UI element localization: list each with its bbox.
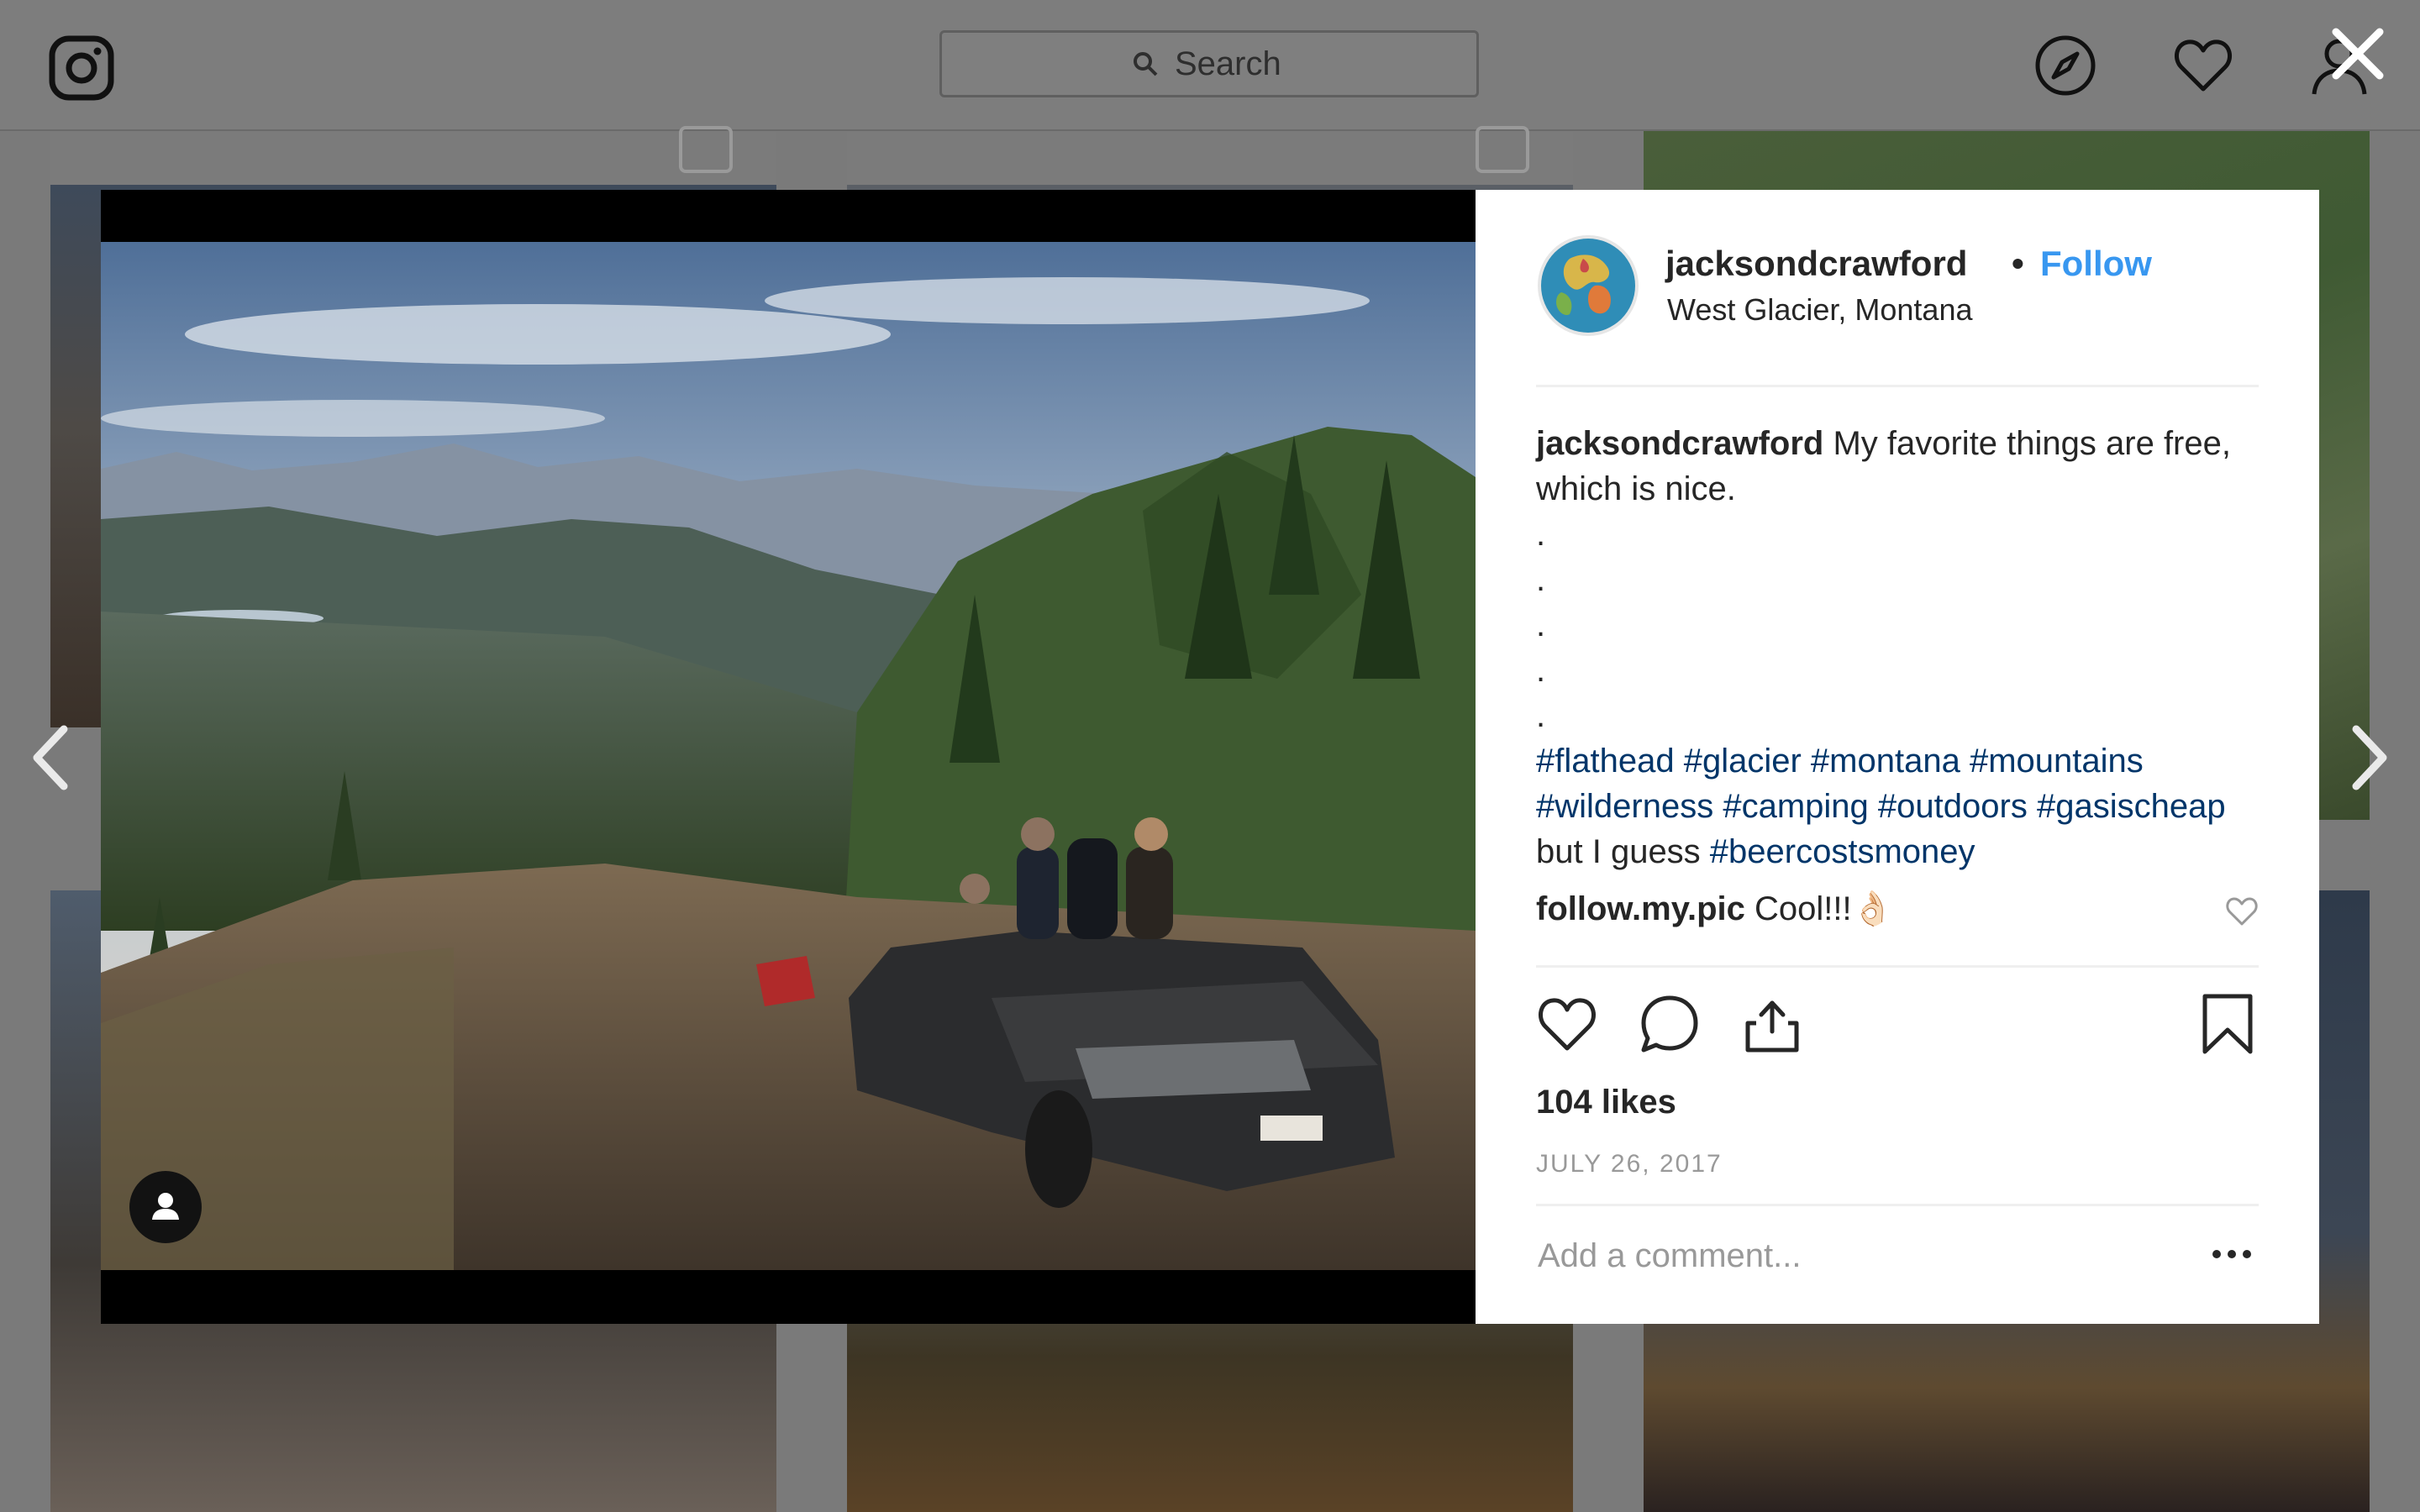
- multi-photo-icon: [679, 126, 733, 173]
- chevron-left-icon[interactable]: [29, 724, 71, 791]
- post-header: jacksondcrawford • Follow West Glacier, …: [1536, 190, 2259, 387]
- compass-icon[interactable]: [2033, 34, 2097, 97]
- comment-item: follow.my.pic Cool!!!👌🏻: [1536, 886, 2259, 968]
- post-media: [101, 190, 1476, 1324]
- user-tag-button[interactable]: [129, 1171, 202, 1243]
- hashtag-link[interactable]: #outdoors: [1878, 788, 2028, 825]
- follow-button[interactable]: Follow: [2040, 244, 2152, 284]
- separator-dot: •: [2012, 244, 2024, 283]
- comment-like-icon[interactable]: [2225, 896, 2259, 927]
- more-options-icon[interactable]: [2212, 1248, 2252, 1260]
- feed-tile-partial: [50, 131, 776, 185]
- post-date: JULY 26, 2017: [1536, 1150, 2259, 1206]
- heart-icon[interactable]: [2171, 34, 2235, 97]
- caption-username[interactable]: jacksondcrawford: [1536, 425, 1823, 462]
- add-comment-row: [1536, 1206, 2259, 1299]
- post-caption: jacksondcrawford My favorite things are …: [1536, 387, 2259, 874]
- hashtag-link[interactable]: #mountains: [1970, 743, 2144, 780]
- search-icon: [1134, 52, 1158, 76]
- like-icon[interactable]: [1536, 993, 1598, 1055]
- hashtag-link[interactable]: #camping: [1723, 788, 1868, 825]
- hashtag-link[interactable]: #flathead: [1536, 743, 1675, 780]
- caption-dot: .: [1536, 561, 1546, 598]
- caption-dot: .: [1536, 652, 1546, 689]
- search-box[interactable]: [939, 30, 1479, 97]
- instagram-logo-icon[interactable]: [49, 35, 114, 101]
- multi-photo-icon: [1476, 126, 1529, 173]
- caption-tail-text: but I guess: [1536, 833, 1710, 870]
- bookmark-icon[interactable]: [2196, 993, 2259, 1055]
- caption-dot: .: [1536, 697, 1546, 734]
- comment-username[interactable]: follow.my.pic: [1536, 890, 1745, 927]
- post-location[interactable]: West Glacier, Montana: [1667, 292, 1973, 328]
- close-icon[interactable]: [2328, 24, 2388, 84]
- like-count[interactable]: 104 likes: [1536, 1084, 2259, 1121]
- chevron-right-icon[interactable]: [2349, 724, 2391, 791]
- post-photo[interactable]: [101, 242, 1476, 1270]
- caption-dot: .: [1536, 606, 1546, 643]
- post-side-panel: jacksondcrawford • Follow West Glacier, …: [1476, 190, 2319, 1324]
- feed-tile-partial: [847, 131, 1573, 185]
- user-tag-icon: [152, 1193, 179, 1220]
- post-username[interactable]: jacksondcrawford: [1665, 244, 1967, 284]
- top-nav-bar: [0, 0, 2420, 131]
- share-icon[interactable]: [1741, 993, 1803, 1055]
- search-input[interactable]: [1173, 44, 1286, 84]
- caption-dot: .: [1536, 516, 1546, 553]
- post-modal: jacksondcrawford • Follow West Glacier, …: [101, 190, 2319, 1324]
- hashtag-link[interactable]: #gasischeap: [2037, 788, 2226, 825]
- hashtag-link[interactable]: #wilderness: [1536, 788, 1713, 825]
- hashtag-link[interactable]: #beercostsmoney: [1710, 833, 1975, 870]
- add-comment-input[interactable]: [1536, 1236, 2195, 1276]
- hashtag-link[interactable]: #glacier: [1684, 743, 1802, 780]
- hashtag-link[interactable]: #montana: [1811, 743, 1960, 780]
- avatar[interactable]: [1536, 234, 1640, 338]
- comment-icon[interactable]: [1639, 993, 1701, 1055]
- post-actions: [1536, 968, 2259, 1077]
- comment-text: Cool!!!👌🏻: [1754, 890, 1894, 927]
